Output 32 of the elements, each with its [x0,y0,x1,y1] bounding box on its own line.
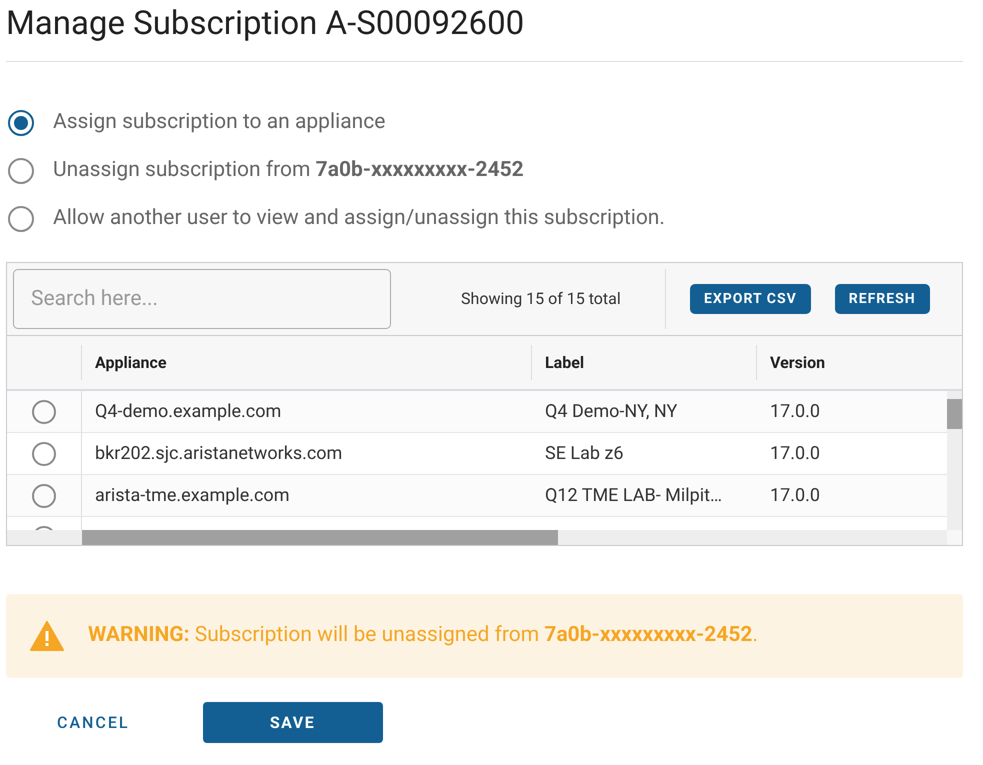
option-label: Unassign subscription from 7a0b-xxxxxxxxx-2452 [53,157,524,184]
radio-button[interactable] [32,484,56,508]
warning-icon [30,621,64,651]
table-cell-text: Q4 Demo-NY, NY [544,400,678,424]
radio-button[interactable] [8,206,34,232]
table-cell-text: 17.0.0 [769,400,821,424]
table-cell-text: bkr202.sjc.aristanetworks.com [94,442,344,466]
column-header: Version [769,352,826,374]
column-header: Appliance [82,345,532,380]
dialog-title: Manage Subscription A-S00092600 [6,7,524,40]
option-label: Allow another user to view and assign/unassign this subscription. [53,205,665,232]
radio-button[interactable] [8,110,34,136]
radio-button[interactable] [32,442,56,466]
horizontal-scrollbar[interactable] [7,530,947,545]
save-button[interactable]: SAVE [202,702,383,743]
table-cell-text: arista-tme.example.com [94,484,290,508]
table-cell-text: 17.0.0 [769,442,821,466]
search-field[interactable]: Search here... [13,269,391,329]
toolbar-button[interactable]: REFRESH [834,284,930,314]
toolbar-button[interactable]: EXPORT CSV [690,284,811,314]
table-cell-text: Q4-demo.example.com [94,400,282,424]
radio-button[interactable] [8,158,34,184]
table-cell-text: Q12 TME LAB- Milpit… [544,484,724,508]
warning-message: WARNING: Subscription will be unassigned from 7a0b-xxxxxxxxx-2452. [88,622,758,650]
cancel-button[interactable]: CANCEL [26,702,161,743]
vertical-scrollbar[interactable] [947,391,962,530]
option-label: Assign subscription to an appliance [53,109,386,136]
row-count: Showing 15 of 15 total [461,288,622,310]
table-cell-text: 17.0.0 [769,484,821,508]
column-header: Label [532,345,757,380]
table-cell-text: SE Lab z6 [544,442,624,466]
radio-button[interactable] [32,400,56,424]
